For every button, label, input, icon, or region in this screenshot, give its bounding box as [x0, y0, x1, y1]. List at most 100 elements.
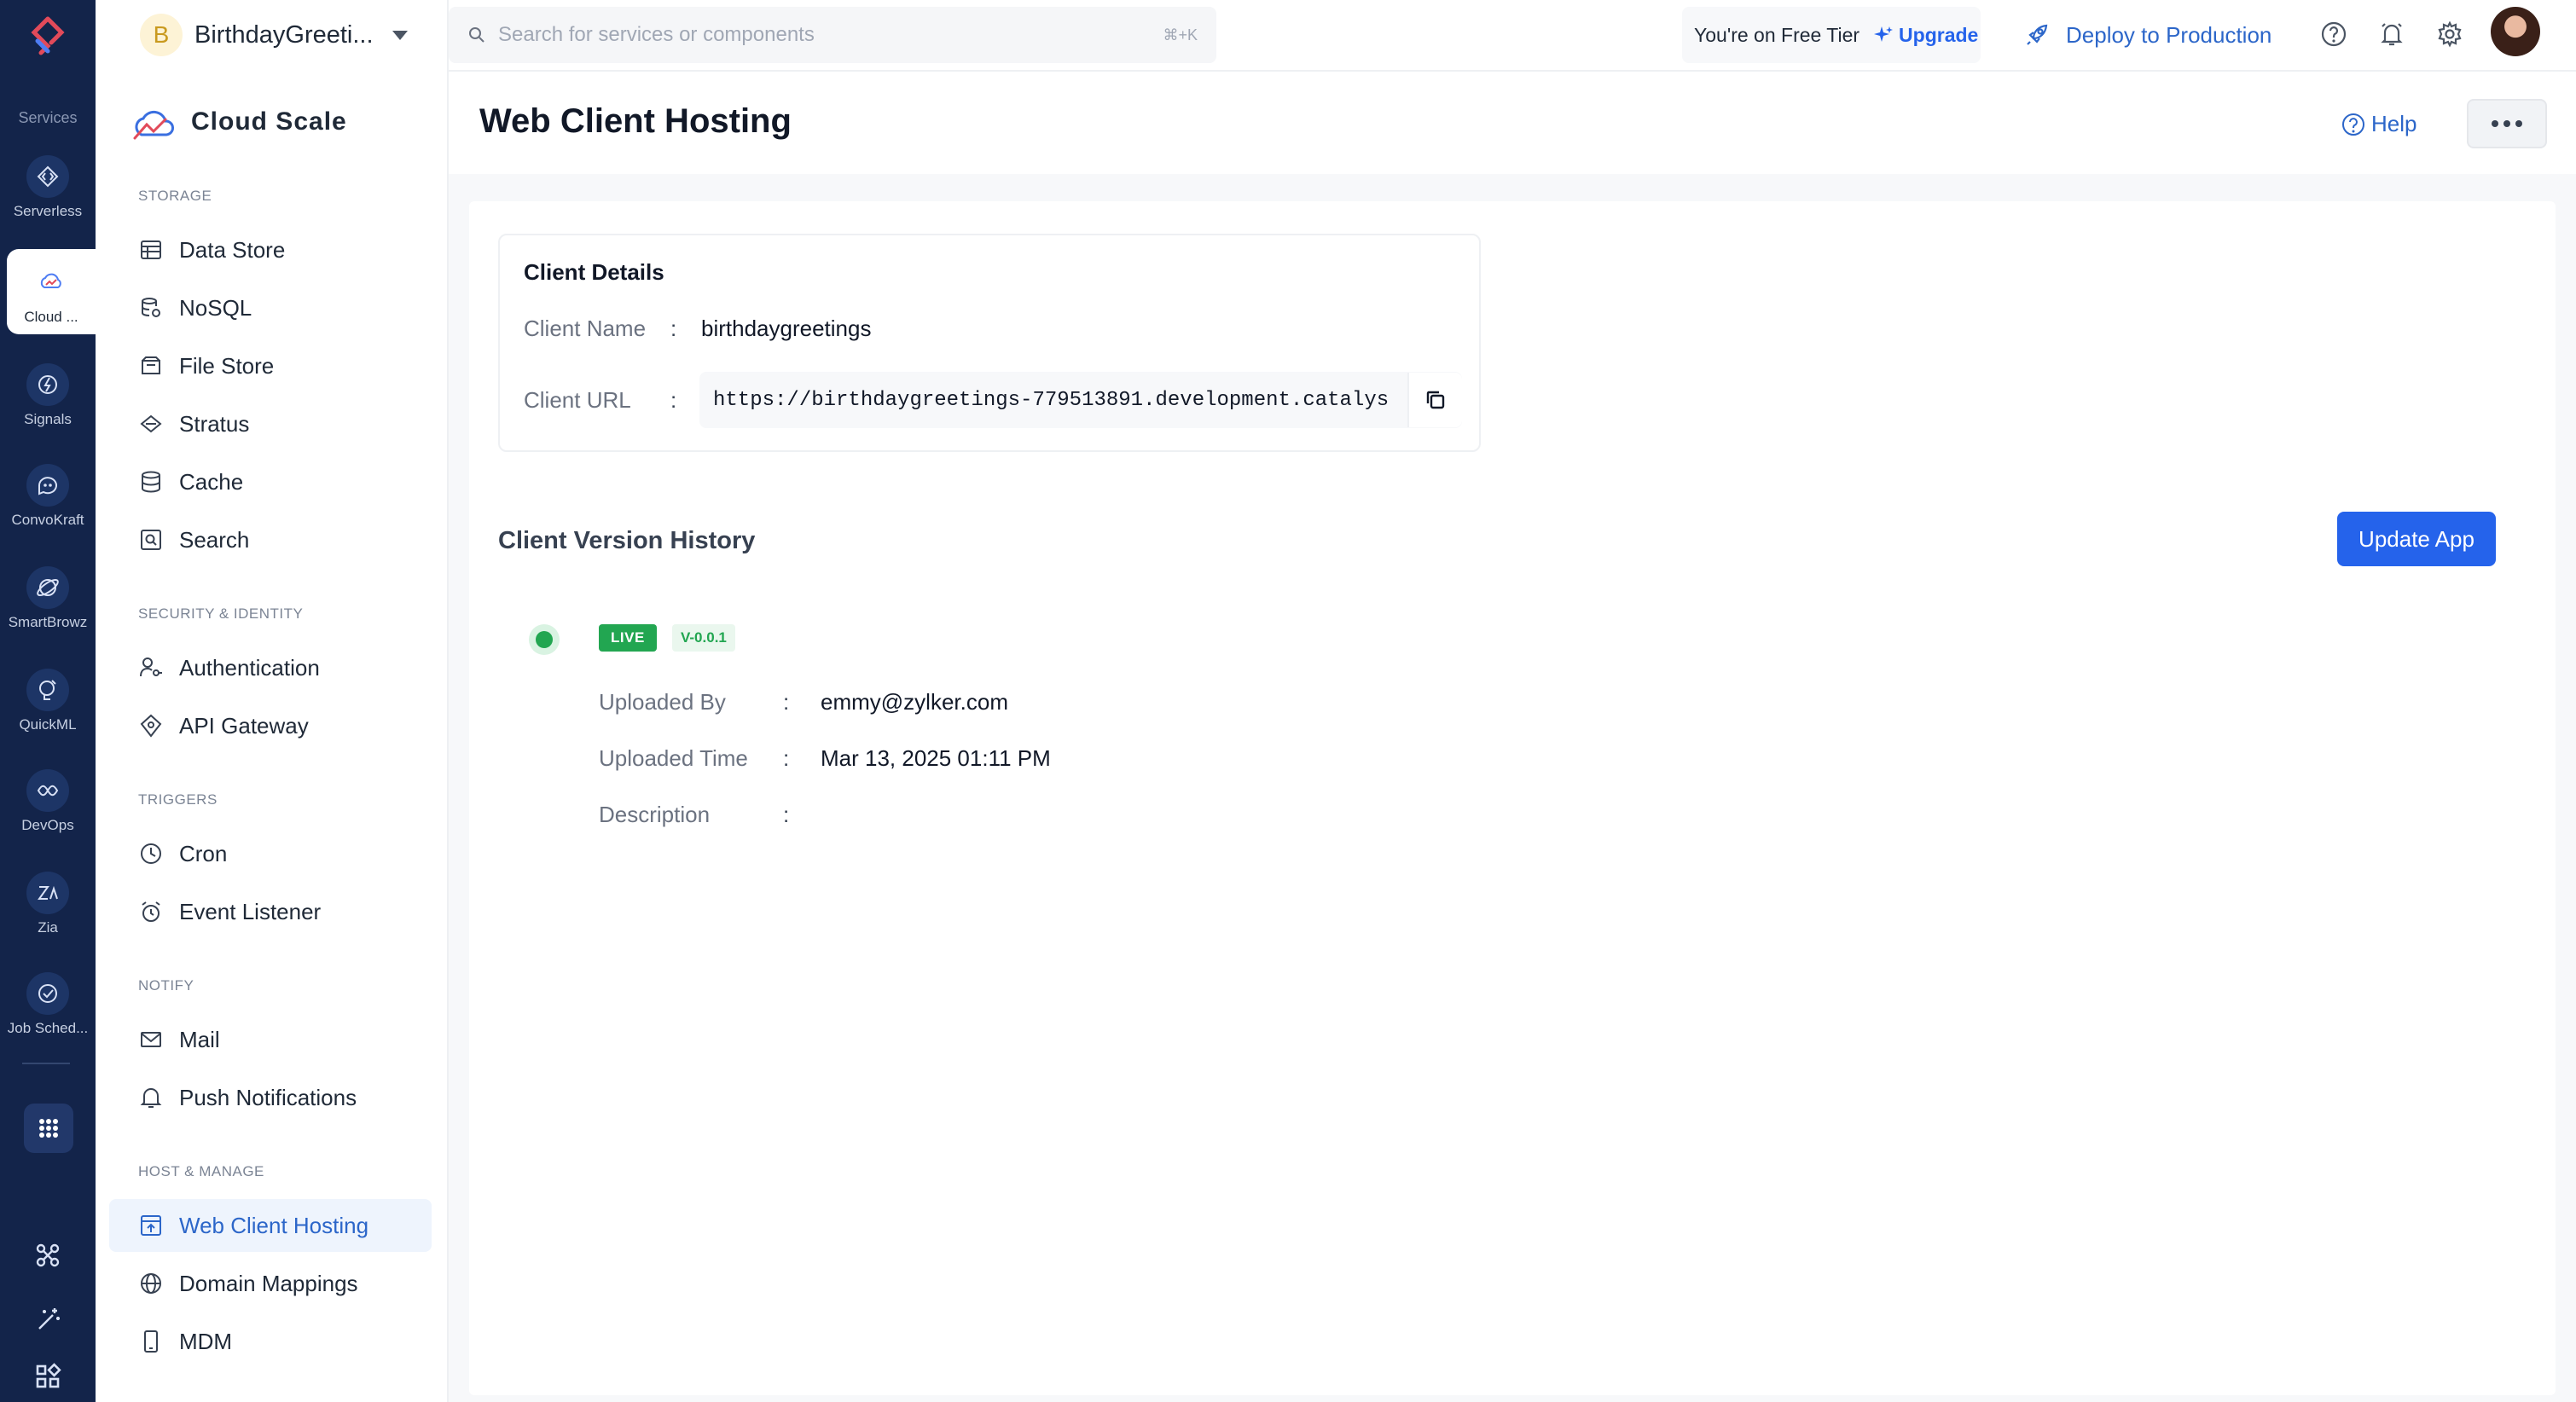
update-app-button[interactable]: Update App [2337, 512, 2496, 566]
client-url-value[interactable]: https://birthdaygreetings-779513891.deve… [699, 389, 1407, 412]
upgrade-link[interactable]: Upgrade [1873, 24, 1978, 47]
page-title: Web Client Hosting [479, 102, 792, 140]
zia-icon [26, 872, 69, 914]
rail-divider [22, 1063, 70, 1064]
widgets-icon[interactable] [0, 1361, 96, 1392]
search-box-icon [141, 530, 161, 550]
sidebar-item-authentication[interactable]: Authentication [109, 641, 432, 694]
sidebar-item-domain-mappings[interactable]: Domain Mappings [109, 1257, 432, 1310]
ellipsis-icon [2492, 120, 2498, 127]
sidebar-item-stratus[interactable]: Stratus [109, 397, 432, 450]
globe-icon [141, 1273, 161, 1294]
cloud-scale-icon [133, 110, 174, 140]
rail-item-cloud-scale[interactable]: Cloud ... [7, 249, 96, 334]
rail-item-label: Cloud ... [24, 309, 78, 325]
project-switcher[interactable]: B BirthdayGreeti... [140, 12, 408, 58]
uploaded-time-label: Uploaded Time [599, 745, 748, 771]
sidebar-item-event-listener[interactable]: Event Listener [109, 885, 432, 938]
job-scheduling-icon [26, 972, 69, 1015]
catalyst-logo-icon[interactable] [26, 15, 70, 60]
rail-item-label: Serverless [13, 203, 83, 219]
description-label: Description [599, 802, 711, 827]
sidebar-item-label: Mail [179, 1026, 220, 1052]
sidebar-item-file-store[interactable]: File Store [109, 339, 432, 392]
rail-item-job-scheduling[interactable]: Job Sched... [0, 960, 96, 1046]
group-heading-triggers: TRIGGERS [138, 791, 218, 808]
project-avatar: B [140, 14, 183, 56]
sidebar-item-label: Web Client Hosting [179, 1212, 369, 1238]
user-key-icon [140, 658, 162, 677]
rail-item-label: Zia [38, 919, 58, 936]
notification-bell-icon[interactable] [2375, 17, 2409, 51]
integrations-icon[interactable] [0, 1240, 96, 1271]
rocket-icon [2027, 24, 2048, 45]
sidebar-item-cache[interactable]: Cache [109, 455, 432, 508]
stratus-icon [140, 414, 162, 433]
sidebar-item-push-notifications[interactable]: Push Notifications [109, 1071, 432, 1124]
sidebar-item-label: Search [179, 526, 250, 553]
client-name-value: birthdaygreetings [701, 316, 872, 341]
rail-item-label: DevOps [21, 817, 74, 833]
deploy-to-production-button[interactable]: Deploy to Production [2023, 15, 2271, 55]
copy-url-button[interactable] [1407, 373, 1462, 427]
help-circle-icon[interactable] [2317, 17, 2351, 51]
settings-gear-icon[interactable] [2433, 17, 2467, 51]
uploaded-time-value: Mar 13, 2025 01:11 PM [821, 745, 1051, 771]
upgrade-label: Upgrade [1899, 23, 1979, 46]
sidebar-item-label: Domain Mappings [179, 1270, 358, 1296]
sidebar-item-label: NoSQL [179, 294, 252, 321]
sidebar-item-label: API Gateway [179, 712, 309, 739]
rail-item-zia[interactable]: Zia [0, 860, 96, 945]
rail-item-label: Job Sched... [7, 1020, 89, 1036]
magic-wand-icon[interactable] [0, 1305, 96, 1335]
sidebar-item-label: File Store [179, 352, 275, 379]
sidebar-item-search[interactable]: Search [109, 513, 432, 566]
web-hosting-icon [141, 1215, 161, 1236]
sidebar-item-label: Push Notifications [179, 1084, 357, 1110]
page-header: Web Client Hosting Help [449, 73, 2576, 174]
client-url-label: Client URL [524, 387, 631, 413]
project-name: BirthdayGreeti... [194, 20, 374, 49]
sidebar-item-web-client-hosting[interactable]: Web Client Hosting [109, 1199, 432, 1252]
nosql-database-icon [142, 298, 160, 317]
rail-item-quickml[interactable]: QuickML [0, 657, 96, 742]
clock-icon [141, 843, 161, 864]
rail-item-label: Signals [24, 411, 72, 427]
bell-icon [140, 1088, 162, 1108]
rail-item-devops[interactable]: DevOps [0, 757, 96, 843]
colon: : [783, 802, 790, 827]
rail-item-serverless[interactable]: Serverless [0, 143, 96, 229]
service-rail: Services Serverless Cloud ... Signals Co… [0, 0, 96, 1402]
rail-item-label: SmartBrowz [8, 614, 88, 630]
mail-icon [141, 1032, 161, 1047]
colon: : [670, 387, 677, 413]
quickml-icon [26, 669, 69, 711]
live-status-dot [529, 624, 560, 655]
global-search[interactable]: ⌘+K [449, 7, 1216, 63]
sidebar-item-nosql[interactable]: NoSQL [109, 281, 432, 334]
cloud-scale-icon [30, 261, 73, 304]
rail-item-smartbrowz[interactable]: SmartBrowz [0, 554, 96, 640]
table-icon [141, 240, 161, 259]
convokraft-icon [26, 464, 69, 507]
search-input[interactable] [498, 23, 1163, 47]
more-options-button[interactable] [2467, 99, 2547, 148]
user-avatar[interactable] [2491, 7, 2540, 56]
help-link[interactable]: Help [2341, 111, 2416, 137]
help-label: Help [2371, 111, 2417, 136]
colon: : [783, 689, 790, 715]
rail-item-signals[interactable]: Signals [0, 351, 96, 437]
sidebar-item-mail[interactable]: Mail [109, 1013, 432, 1066]
file-store-icon [142, 356, 160, 374]
sidebar-item-data-store[interactable]: Data Store [109, 223, 432, 276]
rail-item-label: ConvoKraft [11, 512, 84, 528]
search-icon [469, 27, 484, 43]
top-bar: ⌘+K You're on Free Tier Upgrade Deploy t… [449, 0, 2576, 72]
all-services-grid-icon[interactable] [24, 1104, 73, 1153]
sidebar-item-cron[interactable]: Cron [109, 827, 432, 880]
sidebar-item-api-gateway[interactable]: API Gateway [109, 699, 432, 752]
group-heading-security: SECURITY & IDENTITY [138, 605, 304, 622]
sidebar-item-mdm[interactable]: MDM [109, 1315, 432, 1368]
sidebar-item-label: Cache [179, 468, 244, 495]
rail-item-convokraft[interactable]: ConvoKraft [0, 452, 96, 537]
